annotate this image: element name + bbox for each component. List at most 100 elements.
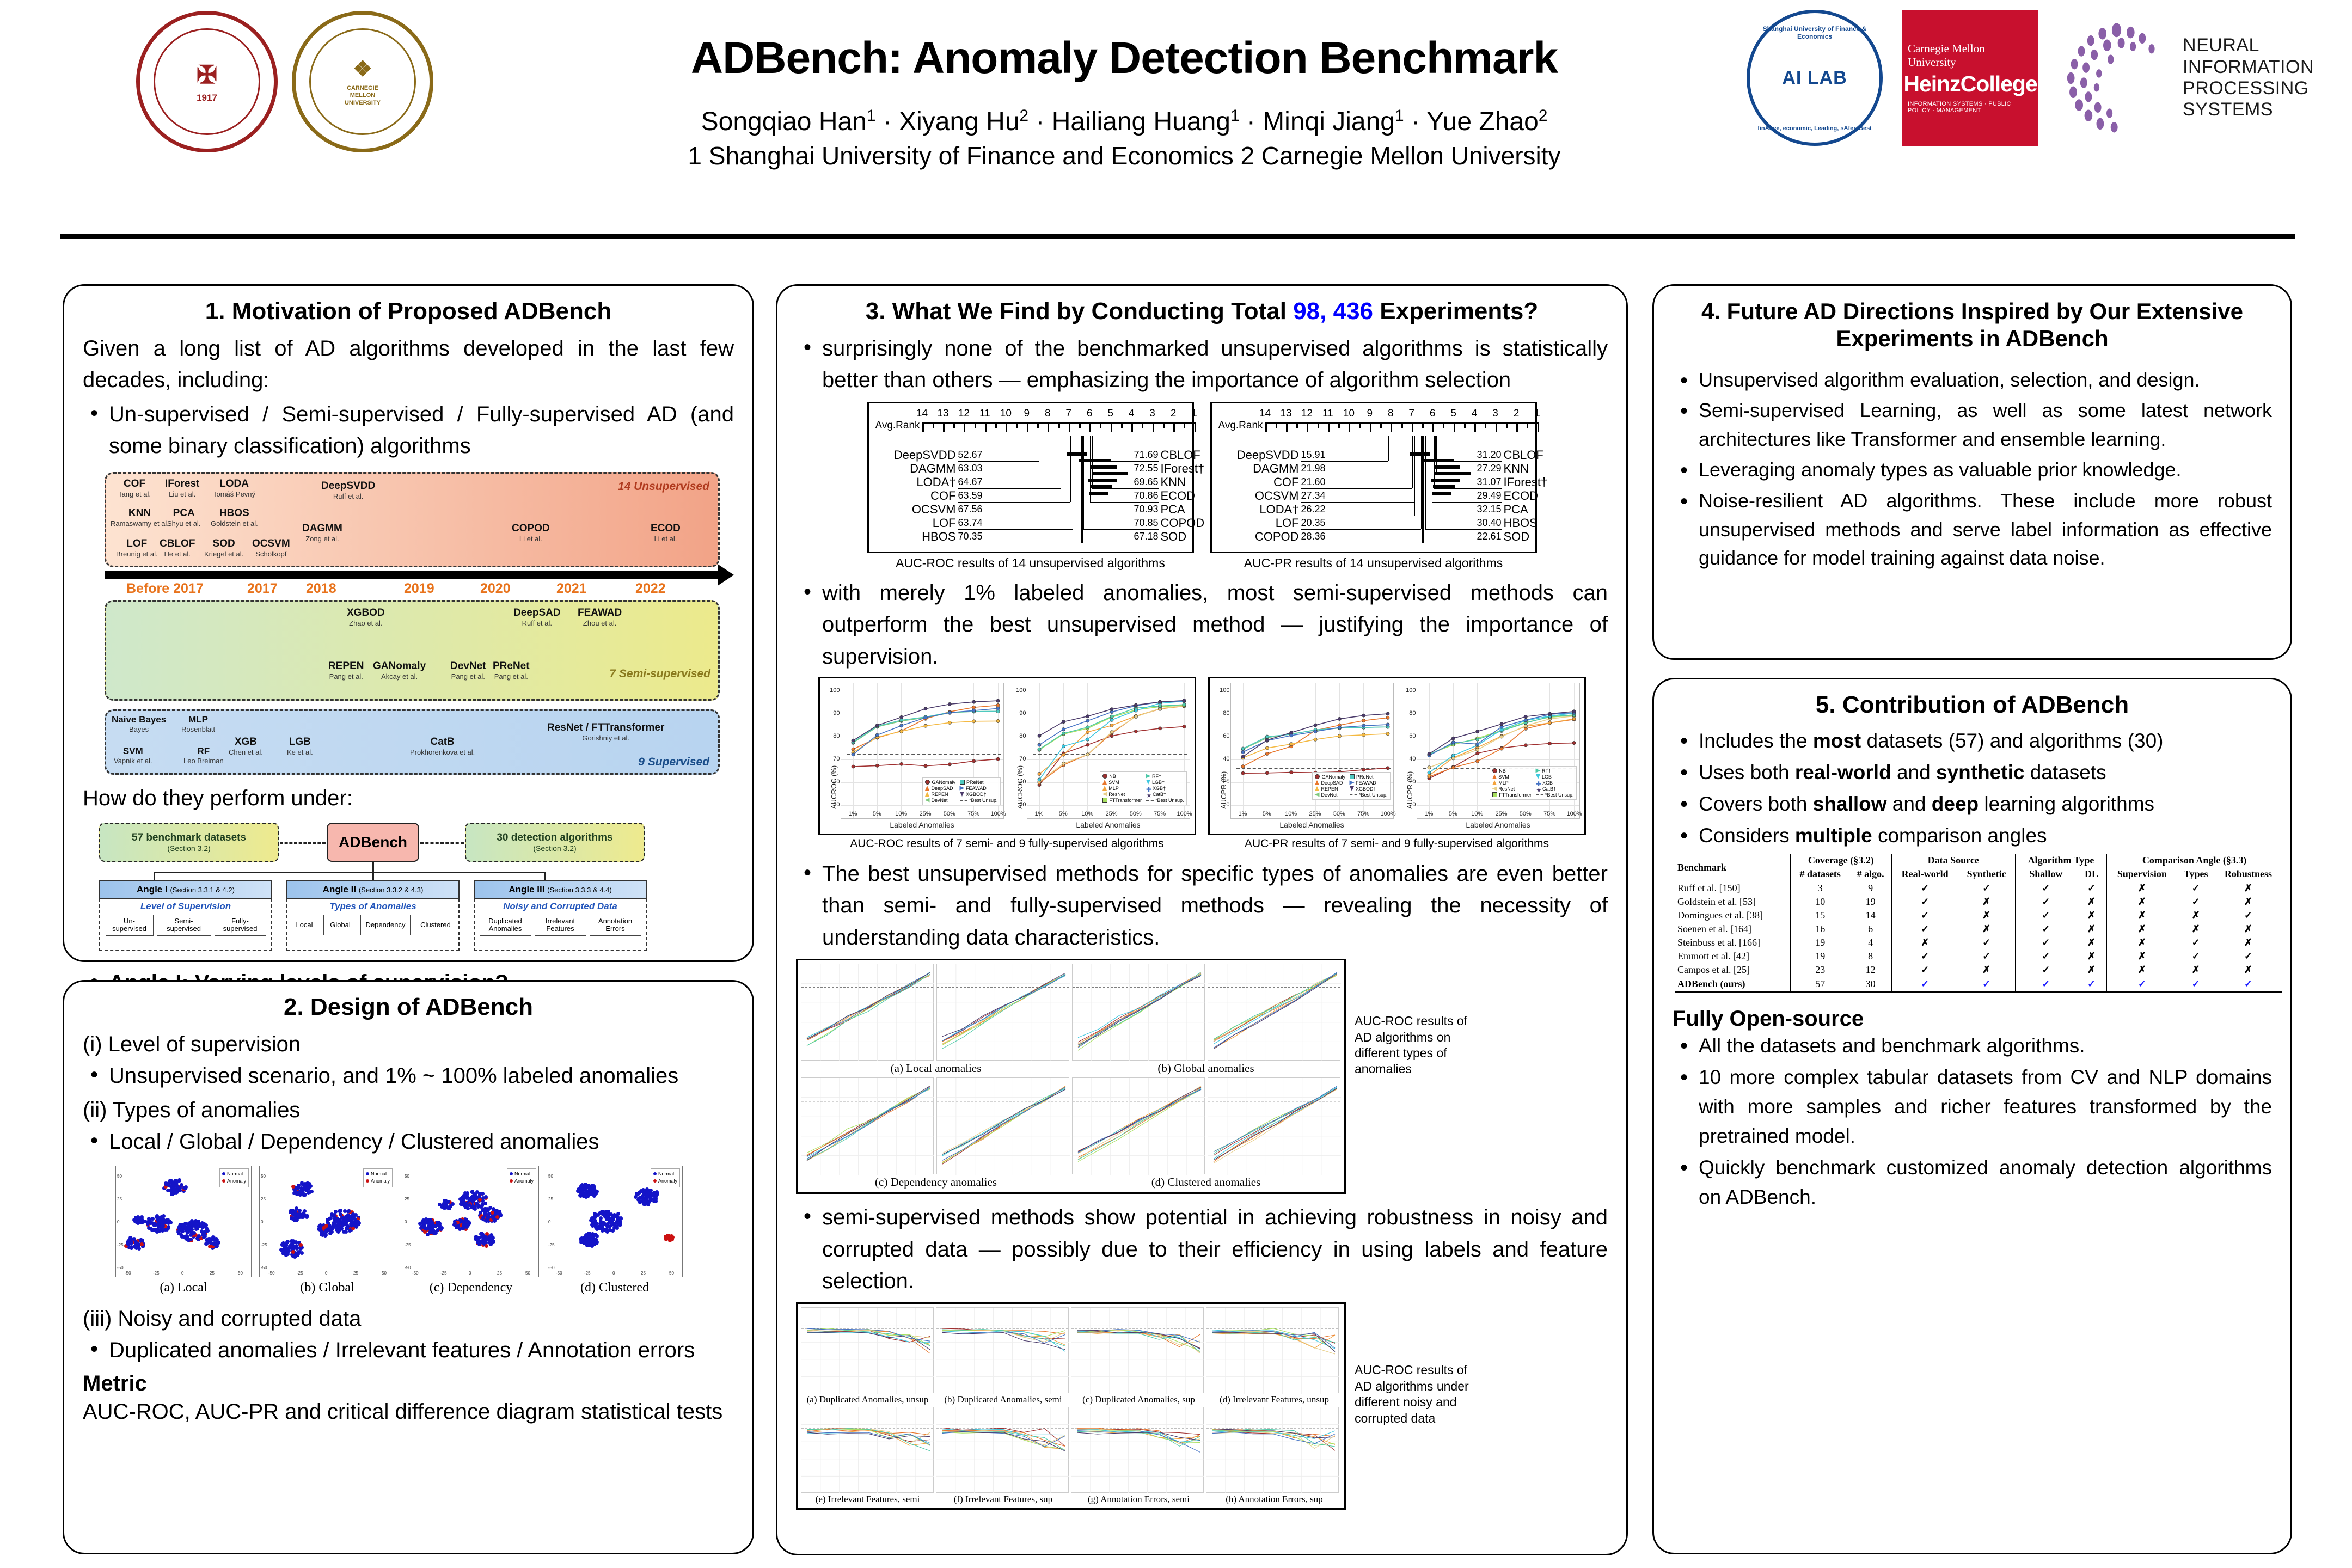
- cell-datasets: 3: [1790, 881, 1850, 896]
- chart-y-tick: 100: [1406, 687, 1416, 694]
- cell-flag: ✗: [2244, 923, 2252, 935]
- noise-caption: (b) Duplicated Anomalies, semi: [944, 1394, 1062, 1405]
- legend-item: DeepSAD: [1315, 780, 1345, 786]
- chart-legend: NB RF† SVM LGB† MLP ✚ XGB† ResNet ★ CatB† FTTransf…: [1490, 765, 1577, 800]
- cd-connector-vertical: [1083, 436, 1084, 529]
- section-4-bullet: Semi-supervised Learning, as well as som…: [1673, 395, 2272, 454]
- sufe-seal-inner: ✠ 1917: [154, 28, 260, 135]
- scatter-point-normal: [648, 1198, 653, 1203]
- chart-x-label: Labeled Anomalies: [1279, 820, 1344, 829]
- cell-flag: ✗: [2244, 937, 2252, 948]
- cd-connector: [1301, 474, 1404, 476]
- left-logos: ✠ 1917 ❖ CARNEGIE MELLON UNIVERSITY: [136, 11, 433, 152]
- cd-connector-vertical: [1403, 436, 1404, 475]
- algo-author: Goldstein et al.: [211, 519, 258, 528]
- angle-2-header: Angle II (Section 3.3.2 & 4.3): [286, 880, 460, 899]
- scatter-point-anomaly: [670, 1235, 675, 1240]
- cd-tick-major: [1131, 421, 1134, 432]
- chart-y-tick: 60: [1409, 732, 1416, 739]
- cd-tick-major: [1152, 421, 1154, 432]
- cd-connector: [958, 529, 1073, 530]
- angles-connector-left: [280, 842, 326, 844]
- poster-header: ✠ 1917 ❖ CARNEGIE MELLON UNIVERSITY ADBenc…: [0, 0, 2352, 239]
- cd-rank-tick: 10: [1343, 407, 1355, 419]
- scatter-point-normal: [179, 1227, 183, 1231]
- cell-flag: ✓: [1982, 937, 1991, 948]
- timeline-arrow: [105, 564, 734, 586]
- scatter-point-normal: [422, 1225, 426, 1229]
- cd-right-label: ECOD: [1503, 488, 1539, 503]
- scatter-point-normal: [325, 1217, 329, 1222]
- scatter-point-normal: [201, 1224, 205, 1228]
- cd-connector-vertical: [1097, 436, 1098, 461]
- cell-benchmark: Soenen et al. [164]: [1677, 923, 1751, 935]
- scatter-y-tick: 25: [261, 1196, 266, 1202]
- cell-benchmark: Ruff et al. [150]: [1677, 882, 1741, 893]
- scatter-legend: Normal Anomaly: [363, 1168, 393, 1187]
- cd-right-label: IForest†: [1503, 475, 1548, 489]
- scatter-point-normal: [611, 1228, 615, 1233]
- cell-flag: ✗: [2244, 964, 2252, 976]
- cd-right-value: 70.85: [1134, 517, 1159, 528]
- cd-tick-minor: [1463, 421, 1466, 428]
- cd-right-label: HBOS: [1503, 516, 1538, 530]
- angle-1-caption: Level of Supervision: [140, 901, 231, 911]
- cd-tick-major: [1474, 421, 1477, 432]
- cd-connector: [958, 515, 1076, 517]
- scatter-point-normal: [188, 1237, 193, 1241]
- scatter-y-tick: -25: [117, 1242, 124, 1247]
- angle-1-chip: Fully-supervised: [214, 914, 266, 936]
- cell-flag: ✗: [1982, 964, 1991, 976]
- cd-connector-vertical: [1070, 436, 1071, 502]
- scatter-point-normal: [294, 1240, 298, 1244]
- cell-flag: ✓: [1982, 951, 1991, 962]
- cell-datasets: 23: [1790, 963, 1850, 977]
- algo-name: SVM: [122, 745, 143, 756]
- cd-connector-vertical: [1099, 436, 1100, 475]
- scatter-x-tick: -25: [440, 1270, 447, 1276]
- scatter-point-normal: [290, 1241, 294, 1246]
- angle-2-chip: Dependency: [360, 914, 411, 935]
- cd-tick-minor: [1317, 421, 1319, 428]
- scatter-clustered: Normal Anomaly 50 25 0 -25 -50 -50 -25 0 25 50 (d…: [547, 1165, 683, 1295]
- experiment-count: 98, 436: [1293, 298, 1374, 324]
- legend-item: ✚ XGB†: [1146, 785, 1166, 793]
- noise-caption: (d) Irrelevant Features, unsup: [1219, 1394, 1330, 1405]
- scatter-legend: Normal Anomaly: [650, 1168, 680, 1187]
- algo-author: Rosenblatt: [181, 725, 216, 733]
- cell-flag: ✗: [2106, 881, 2177, 896]
- scatter-caption: (d) Clustered: [580, 1280, 649, 1295]
- cd-tick-major: [1516, 421, 1518, 432]
- algo-name: PCA: [173, 507, 195, 519]
- algo-name: XGB: [234, 736, 258, 748]
- heinz-bottom-label: INFORMATION SYSTEMS · PUBLIC POLICY · MA…: [1908, 101, 2011, 114]
- aucroc-figure-wrap: AUCROC (%) 50 60 70 80 90 100 1% 5% 10% 25% 50% 75% 1…: [818, 676, 1196, 850]
- scatter-y-tick: 50: [261, 1173, 266, 1179]
- cd-left-value: 27.34: [1301, 489, 1326, 501]
- legend-item: DevNet: [924, 798, 955, 803]
- scatter-point-anomaly: [664, 1238, 669, 1242]
- algo-author: Akcay et al.: [381, 672, 418, 681]
- legend-item: FEAWAD: [959, 786, 998, 791]
- algo-name: LGB: [289, 736, 311, 748]
- mini-chart: [1208, 964, 1341, 1062]
- cd-right-label: KNN: [1503, 461, 1529, 475]
- legend-item: *Best Unsup.: [959, 798, 998, 803]
- cell-flag: ✓: [1891, 977, 1958, 991]
- timeline-tag-supervised: 9 Supervised: [638, 755, 709, 768]
- cd-tick-major: [1432, 421, 1435, 432]
- cd-connector: [1083, 529, 1159, 530]
- cell-flag: ✓: [2014, 922, 2077, 936]
- scatter-x-tick: 0: [469, 1270, 471, 1276]
- cell-flag: ✗: [2106, 950, 2177, 964]
- cd-tick-minor: [1296, 421, 1298, 428]
- cd-left-label: HBOS: [922, 529, 956, 543]
- algo-author: Ramaswamy et al.: [111, 519, 169, 528]
- legend-item: REPEN: [1315, 786, 1345, 792]
- cell-flag: ✗: [1891, 936, 1958, 950]
- scatter-point-normal: [184, 1185, 188, 1189]
- scatter-y-tick: -50: [261, 1265, 267, 1270]
- cd-left-label: OCSVM: [911, 502, 956, 516]
- scatter-point-normal: [197, 1234, 201, 1239]
- scatter-global: Normal Anomaly 50 25 0 -25 -50 -50 -25 0 25 50 (b…: [259, 1165, 395, 1295]
